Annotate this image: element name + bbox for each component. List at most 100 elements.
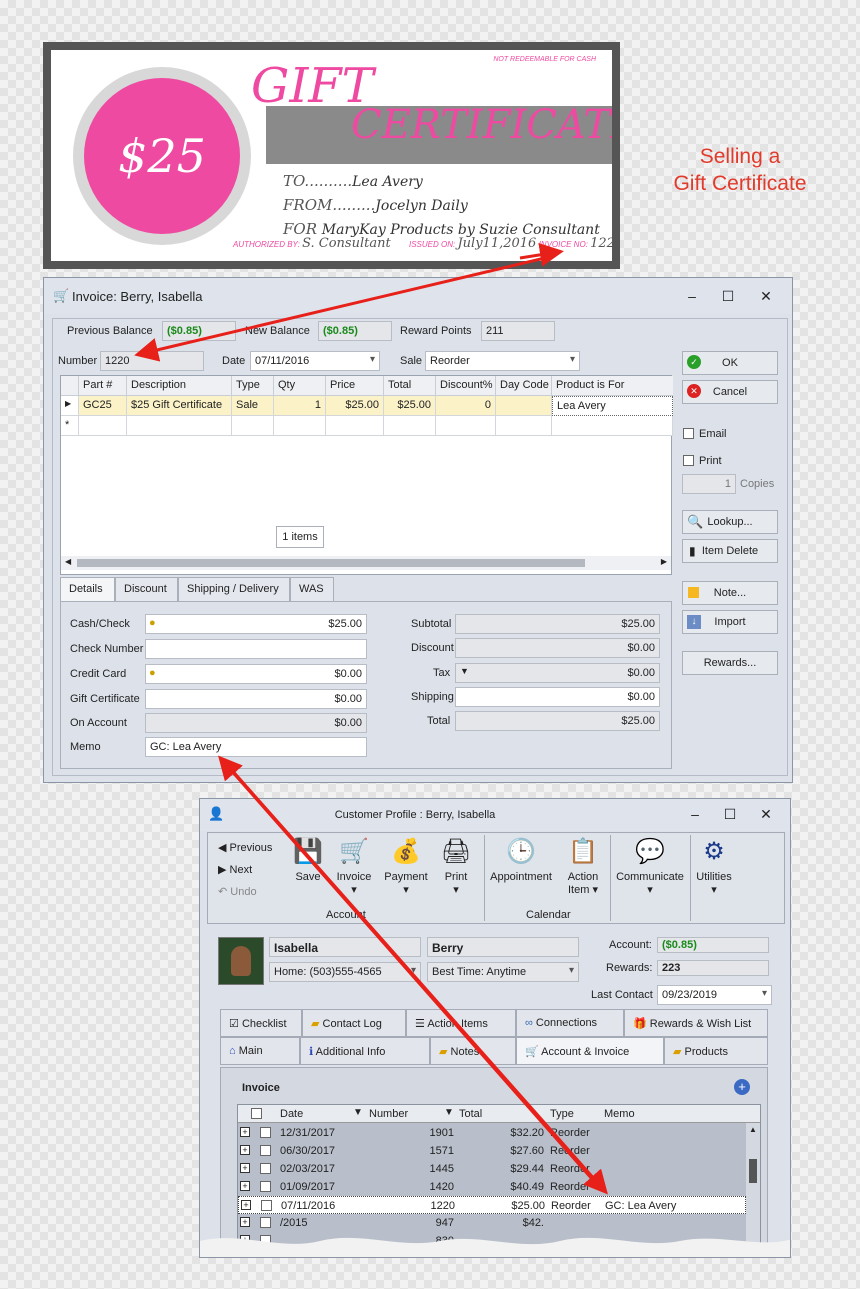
column-header[interactable]: Description [127, 376, 232, 396]
new-row-cell[interactable] [127, 416, 232, 436]
tab-additional-info[interactable]: ℹ Additional Info [300, 1037, 430, 1065]
cell-price[interactable]: $25.00 [326, 396, 384, 416]
expand-icon[interactable]: + [241, 1200, 251, 1210]
maximize-button[interactable]: ☐ [720, 804, 740, 824]
close-button[interactable]: ✕ [756, 804, 776, 824]
credit-card-field[interactable]: ● $0.00 [145, 664, 367, 684]
first-name-field[interactable]: Isabella [269, 937, 421, 957]
date-picker[interactable]: 07/11/2016 [250, 351, 380, 371]
invoice-list-row[interactable]: +02/03/2017 1445 $29.44 Reorder [238, 1160, 746, 1178]
tab-discount[interactable]: Discount [115, 577, 178, 601]
utilities-button[interactable]: ⚙ Utilities ▾ [694, 837, 734, 896]
column-header-total[interactable]: Total [459, 1108, 482, 1120]
column-header-memo[interactable]: Memo [604, 1108, 635, 1120]
row-checkbox[interactable] [260, 1145, 271, 1156]
expand-icon[interactable]: + [240, 1127, 250, 1137]
sort-icon[interactable]: ▼ [353, 1107, 363, 1118]
new-row-cell[interactable] [436, 416, 496, 436]
column-header[interactable]: Discount% [436, 376, 496, 396]
tab-notes[interactable]: ▰ Notes [430, 1037, 516, 1065]
tab-details[interactable]: Details [60, 577, 115, 601]
scroll-thumb[interactable] [749, 1159, 757, 1183]
tab-checklist[interactable]: ☑ Checklist [220, 1009, 302, 1037]
cell-total[interactable]: $25.00 [384, 396, 436, 416]
best-time-select[interactable]: Best Time: Anytime [427, 962, 579, 982]
note-button[interactable]: Note... [682, 581, 778, 605]
copies-spinner[interactable]: 1 [682, 474, 736, 494]
add-invoice-icon[interactable]: + [734, 1079, 750, 1095]
print-button[interactable]: 🖨 Print ▾ [436, 837, 476, 896]
cell-day-code[interactable] [496, 396, 552, 416]
gift-certificate-field[interactable]: $0.00 [145, 689, 367, 709]
tab-account-invoice[interactable]: 🛒 Account & Invoice [516, 1037, 664, 1065]
horizontal-scrollbar[interactable]: ◀ ▶ [61, 556, 671, 570]
tab-products[interactable]: ▰ Products [664, 1037, 768, 1065]
row-checkbox[interactable] [260, 1181, 271, 1192]
number-field[interactable]: 1220 [100, 351, 204, 371]
lookup-button[interactable]: 🔍 Lookup... [682, 510, 778, 534]
expand-icon[interactable]: + [240, 1145, 250, 1155]
undo-button[interactable]: ↶ Undo [218, 885, 257, 898]
invoice-list-row[interactable]: +01/09/2017 1420 $40.49 Reorder [238, 1178, 746, 1196]
new-row-cell[interactable] [274, 416, 326, 436]
last-contact-picker[interactable]: 09/23/2019 [657, 985, 772, 1005]
column-header[interactable]: Part # [79, 376, 127, 396]
avatar[interactable] [218, 937, 264, 985]
check-number-field[interactable] [145, 639, 367, 659]
print-checkbox[interactable] [683, 455, 694, 466]
column-header-number[interactable]: Number [369, 1108, 408, 1120]
item-delete-button[interactable]: ▮ Item Delete [682, 539, 778, 563]
next-button[interactable]: ▶ Next [218, 863, 252, 876]
expand-icon[interactable]: + [240, 1217, 250, 1227]
cancel-button[interactable]: ✕ Cancel [682, 380, 778, 404]
tab-shipping[interactable]: Shipping / Delivery [178, 577, 290, 601]
scroll-up-icon[interactable]: ▲ [749, 1125, 757, 1134]
invoice-button[interactable]: 🛒 Invoice ▾ [332, 837, 376, 896]
column-header-date[interactable]: Date [280, 1108, 303, 1120]
cell-discount[interactable]: 0 [436, 396, 496, 416]
tab-was[interactable]: WAS [290, 577, 334, 601]
new-row-cell[interactable] [384, 416, 436, 436]
new-row-cell[interactable] [326, 416, 384, 436]
phone-select[interactable]: Home: (503)555-4565 [269, 962, 421, 982]
cell-type[interactable]: Sale [232, 396, 274, 416]
minimize-button[interactable]: – [685, 804, 705, 824]
close-button[interactable]: ✕ [756, 286, 776, 306]
tab-connections[interactable]: ∞ Connections [516, 1009, 624, 1037]
tax-field[interactable]: ▼ $0.00 [455, 663, 660, 683]
scroll-right-icon[interactable]: ▶ [661, 557, 667, 566]
communicate-button[interactable]: 💬 Communicate ▾ [614, 837, 686, 896]
ok-button[interactable]: ✓ OK [682, 351, 778, 375]
previous-button[interactable]: ◀ Previous [218, 841, 272, 854]
column-header[interactable]: Type [232, 376, 274, 396]
last-name-field[interactable]: Berry [427, 937, 579, 957]
select-all-checkbox[interactable] [251, 1108, 262, 1119]
tab-contact-log[interactable]: ▰ Contact Log [302, 1009, 406, 1037]
row-checkbox[interactable] [260, 1217, 271, 1228]
invoice-list-row[interactable]: +07/11/2016 1220 $25.00 Reorder GC: Lea Aver… [238, 1196, 746, 1214]
invoice-list-row[interactable]: +12/31/2017 1901 $32.20 Reorder [238, 1124, 746, 1142]
action-item-button[interactable]: 📋 Action Item ▾ [560, 837, 606, 896]
import-button[interactable]: ↓ Import [682, 610, 778, 634]
shipping-field[interactable]: $0.00 [455, 687, 660, 707]
invoice-items-grid[interactable]: Part # Description Type Qty Price Total … [60, 375, 673, 575]
expand-icon[interactable]: + [240, 1163, 250, 1173]
cell-qty[interactable]: 1 [274, 396, 326, 416]
column-header[interactable]: Total [384, 376, 436, 396]
scroll-left-icon[interactable]: ◀ [65, 557, 71, 566]
appointment-button[interactable]: 🕒 Appointment [488, 837, 554, 883]
invoice-list-row[interactable]: +06/30/2017 1571 $27.60 Reorder [238, 1142, 746, 1160]
sort-icon[interactable]: ▼ [444, 1107, 454, 1118]
row-checkbox[interactable] [261, 1200, 272, 1211]
row-checkbox[interactable] [260, 1127, 271, 1138]
new-row-cell[interactable] [496, 416, 552, 436]
email-checkbox[interactable] [683, 428, 694, 439]
tab-rewards-wish-list[interactable]: 🎁 Rewards & Wish List [624, 1009, 768, 1037]
minimize-button[interactable]: – [682, 286, 702, 306]
cell-description[interactable]: $25 Gift Certificate [127, 396, 232, 416]
tax-dropdown-icon[interactable]: ▼ [460, 666, 469, 676]
expand-icon[interactable]: + [240, 1181, 250, 1191]
memo-field[interactable]: GC: Lea Avery [145, 737, 367, 757]
column-header[interactable]: Price [326, 376, 384, 396]
column-header[interactable]: Qty [274, 376, 326, 396]
